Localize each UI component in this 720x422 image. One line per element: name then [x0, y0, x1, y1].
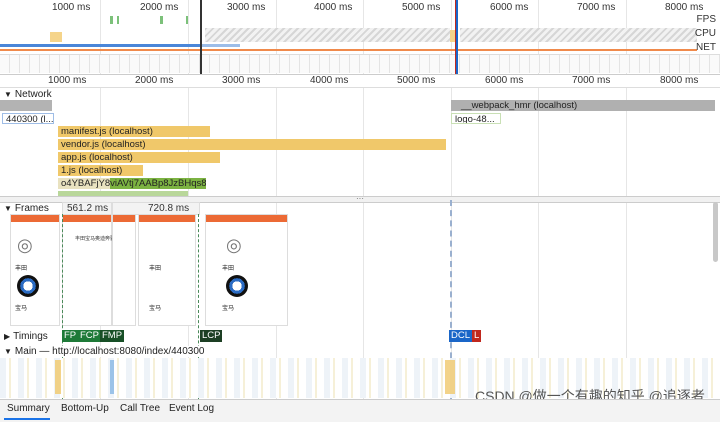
brand-label: 宝马 [149, 306, 162, 312]
ruler-tick: 6000 ms [485, 75, 524, 86]
timing-marker-fmp[interactable]: FMP [100, 330, 125, 342]
ruler-tick: 3000 ms [222, 75, 261, 86]
timings-section-header[interactable]: ▶ Timings [4, 331, 48, 342]
toyota-logo-icon: ◎ [17, 235, 33, 255]
network-request[interactable]: vendor.js (localhost) [58, 139, 446, 150]
brand-label: 丰田宝马奥迪奔驰 [75, 236, 116, 242]
overview-tick: 2000 ms [140, 2, 179, 13]
fps-label: FPS [696, 14, 716, 25]
main-thread-title: Main — http://localhost:8080/index/44030… [14, 346, 205, 357]
tab-call-tree[interactable]: Call Tree [120, 403, 160, 414]
expand-triangle-icon: ▼ [4, 90, 12, 99]
tab-summary[interactable]: Summary [7, 403, 50, 414]
toyota-logo-icon: ◎ [226, 235, 242, 255]
timing-marker-fcp[interactable]: FCP [78, 330, 101, 342]
frames-section-header[interactable]: ▼ Frames [4, 203, 49, 214]
overview-pane[interactable]: 1000 ms 2000 ms 3000 ms 4000 ms 5000 ms … [0, 0, 720, 75]
network-request[interactable]: logo-48... [451, 113, 501, 124]
brand-label: 丰田 [149, 266, 162, 272]
overview-tick: 6000 ms [490, 2, 529, 13]
net-track [0, 43, 697, 53]
cpu-label: CPU [694, 28, 716, 39]
frame-thumbnail[interactable]: 丰田 宝马 [138, 214, 196, 326]
brand-label: 丰田 [15, 266, 28, 272]
overview-tick: 7000 ms [577, 2, 616, 13]
time-ruler: 1000 ms 2000 ms 3000 ms 4000 ms 5000 ms … [0, 75, 720, 88]
overview-tick: 4000 ms [314, 2, 353, 13]
frame-duration[interactable]: 720.8 ms [148, 203, 189, 214]
frame-thumbnail[interactable]: ◎ 丰田 宝马 [10, 214, 60, 326]
ruler-tick: 8000 ms [660, 75, 699, 86]
vertical-scrollbar[interactable] [713, 202, 718, 262]
frame-thumbnail[interactable]: ◎ 丰田 宝马 [205, 214, 288, 326]
frame-duration[interactable]: 561.2 ms [67, 203, 108, 214]
tab-event-log[interactable]: Event Log [169, 403, 214, 414]
expand-triangle-icon: ▼ [4, 204, 12, 213]
brand-label: 宝马 [222, 306, 235, 312]
network-request[interactable]: 440300 (l... [2, 113, 54, 124]
overview-tick: 1000 ms [52, 2, 91, 13]
frame-thumbnail[interactable]: 丰田宝马奥迪奔驰 [62, 214, 116, 326]
overview-tick: 3000 ms [227, 2, 266, 13]
frame-thumbnail[interactable] [112, 214, 136, 326]
selection-left-handle[interactable] [200, 0, 202, 74]
ruler-tick: 2000 ms [135, 75, 174, 86]
ruler-tick: 4000 ms [310, 75, 349, 86]
bmw-logo-icon [226, 275, 248, 297]
network-section-header[interactable]: ▼ Network [4, 89, 52, 100]
timing-marker-dcl[interactable]: DCL [449, 330, 473, 342]
brand-label: 宝马 [15, 306, 28, 312]
network-request[interactable]: o4YBAFjY8viAVtj7AABp8JzBHqs8... [58, 178, 206, 189]
overview-tick: 8000 ms [665, 2, 704, 13]
timing-marker-lcp[interactable]: LCP [200, 330, 223, 342]
bmw-logo-icon [17, 275, 39, 297]
expand-triangle-icon: ▼ [4, 347, 12, 356]
network-request[interactable]: 1.js (localhost) [58, 165, 143, 176]
ruler-tick: 5000 ms [397, 75, 436, 86]
cpu-track [0, 28, 697, 42]
brand-label: 丰田 [222, 266, 235, 272]
fps-track [0, 14, 700, 26]
filmstrip [0, 54, 720, 73]
timing-marker-load[interactable]: L [472, 330, 482, 342]
network-request[interactable]: manifest.js (localhost) [58, 126, 210, 137]
ruler-tick: 7000 ms [572, 75, 611, 86]
ruler-tick: 1000 ms [48, 75, 87, 86]
network-title: Network [14, 89, 52, 100]
network-request[interactable]: app.js (localhost) [58, 152, 220, 163]
tab-bottom-up[interactable]: Bottom-Up [61, 403, 109, 414]
overview-tick: 5000 ms [402, 2, 441, 13]
timings-title: Timings [13, 331, 48, 342]
collapse-triangle-icon: ▶ [4, 332, 11, 341]
network-request[interactable]: __webpack_hmr (localhost) [451, 100, 715, 111]
frames-title: Frames [14, 203, 49, 214]
net-label: NET [696, 42, 716, 53]
timing-marker-fp[interactable]: FP [62, 330, 79, 342]
main-section-header[interactable]: ▼ Main — http://localhost:8080/index/4403… [4, 346, 209, 357]
